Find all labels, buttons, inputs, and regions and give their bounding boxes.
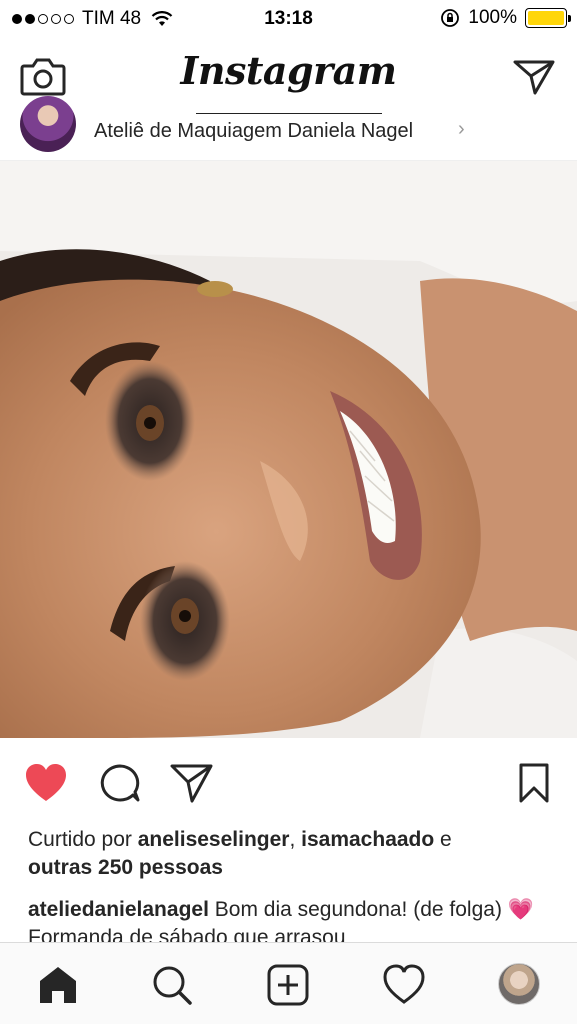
new-post-icon[interactable] [266,963,310,1007]
profile-avatar[interactable] [498,963,540,1005]
status-right: 100% [440,7,571,29]
nav-bar: Instagram [0,38,577,115]
app-title: Instagram [180,48,397,93]
battery-icon [525,8,571,28]
home-icon[interactable] [36,963,80,1007]
activity-heart-icon[interactable] [382,963,426,1007]
likes-others[interactable]: outras 250 pessoas [28,856,223,879]
liker-username[interactable]: isamachaado [301,828,434,851]
post-image [0,161,577,738]
likes-and: e [434,828,452,851]
tab-bar [0,942,577,1024]
like-heart-icon[interactable] [24,762,68,804]
likes-separator: , [289,828,302,851]
caption-username[interactable]: ateliedanielanagel [28,898,209,921]
status-bar: TIM 48 13:18 100% [0,0,577,38]
avatar[interactable] [20,96,76,152]
post-header[interactable]: Ateliê de Maquiagem Daniela Nagel › [0,96,577,161]
battery-percent: 100% [468,7,517,28]
orientation-lock-icon [441,9,460,27]
liker-username[interactable]: aneliseselinger [138,828,290,851]
bookmark-icon[interactable] [514,762,554,804]
post-caption[interactable]: ateliedanielanagel Bom dia segundona! (d… [28,896,558,942]
search-icon[interactable] [150,963,194,1007]
comment-icon[interactable] [98,762,142,804]
post-username[interactable]: Ateliê de Maquiagem Daniela Nagel [94,120,413,143]
share-icon[interactable] [170,762,214,804]
likes-prefix: Curtido por [28,828,138,851]
direct-message-icon[interactable] [513,58,555,96]
post-actions [0,738,577,824]
likes-summary[interactable]: Curtido por aneliseselinger, isamachaado… [28,826,558,882]
chevron-right-icon: › [458,118,465,140]
post-photo[interactable] [0,161,577,738]
